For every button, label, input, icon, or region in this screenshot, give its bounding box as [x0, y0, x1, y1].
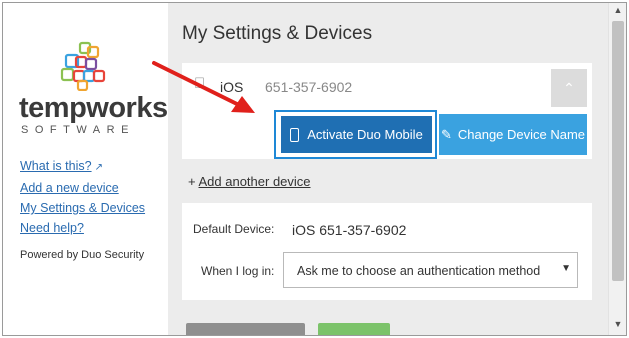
my-settings-devices-link[interactable]: My Settings & Devices	[20, 198, 145, 218]
device-phone-number: 651-357-6902	[265, 79, 353, 95]
what-is-this-link[interactable]: What is this? ↗	[20, 156, 145, 178]
brand-wordmark: tempworks	[19, 92, 168, 124]
login-method-selected: Ask me to choose an authentication metho…	[297, 264, 541, 278]
sidebar-links: What is this? ↗ Add a new device My Setti…	[20, 156, 145, 238]
dropdown-arrow-icon: ▼	[561, 263, 571, 274]
scroll-thumb[interactable]	[612, 21, 624, 281]
external-link-icon: ↗	[94, 162, 103, 173]
phone-icon	[290, 127, 300, 142]
preferences-card: Default Device: iOS 651-357-6902 When I …	[182, 203, 592, 300]
tempworks-logo-mark	[60, 41, 106, 91]
device-card:  iOS 651-357-6902 ⌃ Activate Duo Mobile…	[182, 63, 592, 159]
add-another-device-label: Add another device	[198, 174, 311, 189]
collapse-device-button[interactable]: ⌃	[551, 69, 587, 107]
add-new-device-link[interactable]: Add a new device	[20, 178, 145, 198]
login-method-select[interactable]: Ask me to choose an authentication metho…	[283, 252, 578, 288]
chevron-up-icon: ⌃	[563, 80, 575, 96]
change-device-name-label: Change Device Name	[457, 127, 586, 142]
device-os-name: iOS	[220, 79, 244, 95]
activate-duo-mobile-label: Activate Duo Mobile	[307, 127, 423, 142]
pencil-icon: ✎	[440, 127, 452, 142]
save-button[interactable]	[318, 323, 390, 335]
add-prefix: +	[188, 174, 199, 189]
main-panel: My Settings & Devices  iOS 651-357-6902…	[168, 3, 608, 335]
activate-highlight-box: Activate Duo Mobile	[274, 110, 437, 159]
activate-duo-mobile-button[interactable]: Activate Duo Mobile	[281, 116, 432, 153]
page-title: My Settings & Devices	[182, 23, 373, 44]
apple-icon: 	[194, 75, 205, 92]
scroll-down-icon[interactable]: ▼	[609, 319, 626, 333]
when-i-log-in-label: When I log in:	[201, 264, 275, 278]
scroll-up-icon[interactable]: ▲	[609, 5, 626, 19]
vertical-scrollbar[interactable]: ▲ ▼	[608, 3, 626, 335]
default-device-label: Default Device:	[193, 222, 275, 236]
back-button[interactable]	[186, 323, 305, 335]
add-another-device-link[interactable]: + Add another device	[188, 174, 311, 189]
powered-by-text: Powered by Duo Security	[20, 249, 145, 261]
change-device-name-button[interactable]: ✎ Change Device Name	[439, 114, 587, 155]
duo-prompt-window: tempworks SOFTWARE What is this? ↗ Add a …	[2, 2, 627, 336]
sidebar: tempworks SOFTWARE What is this? ↗ Add a …	[3, 3, 168, 335]
default-device-value: iOS 651-357-6902	[292, 222, 407, 238]
brand-subtitle: SOFTWARE	[21, 124, 135, 136]
what-is-this-label: What is this?	[20, 159, 92, 173]
need-help-link[interactable]: Need help?	[20, 218, 145, 238]
